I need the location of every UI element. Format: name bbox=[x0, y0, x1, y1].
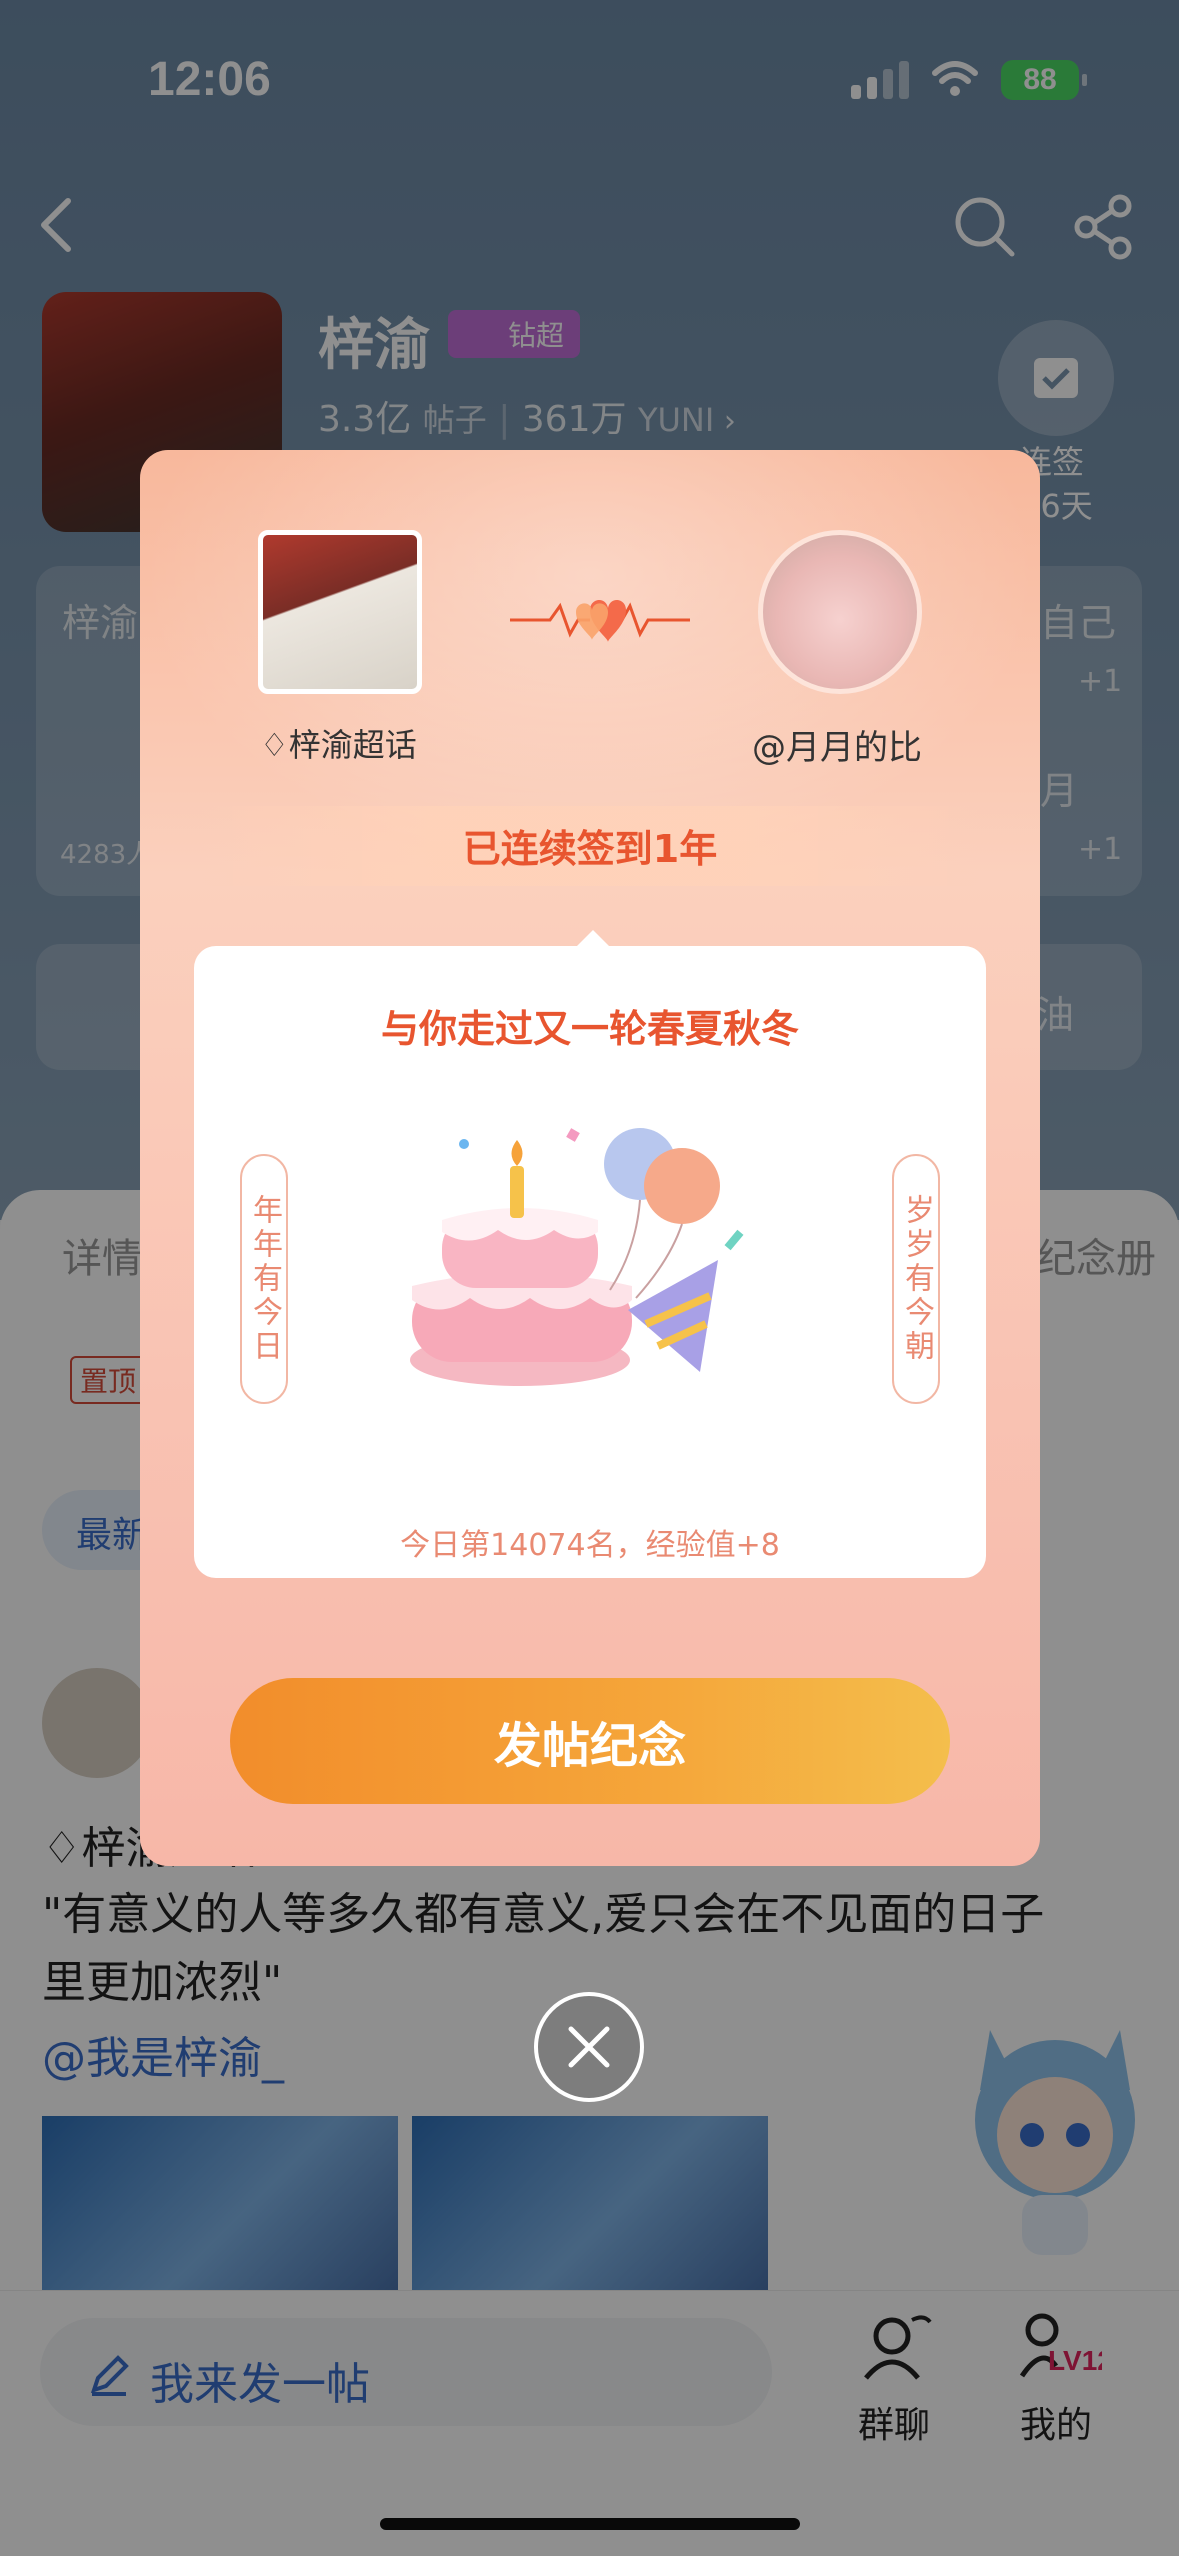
streak-text: 已连续签到1年 bbox=[462, 827, 718, 871]
topic-label: ♢梓渝超话 bbox=[260, 726, 417, 764]
close-modal-button[interactable] bbox=[534, 1992, 644, 2102]
user-avatar bbox=[758, 530, 922, 694]
close-icon bbox=[568, 2026, 610, 2068]
checkin-anniversary-modal: ♢梓渝超话 @月月的比 已连续签到1年 与你走过又一轮春夏秋冬 年年有今日 岁岁… bbox=[140, 450, 1040, 1866]
diamond-icon: ♢ bbox=[260, 726, 289, 764]
user-label: @月月的比 bbox=[752, 728, 922, 768]
birthday-cake-illustration bbox=[410, 1128, 744, 1386]
topic-thumbnail bbox=[258, 530, 422, 694]
right-couplet: 岁岁有今朝 bbox=[892, 1154, 940, 1404]
rank-text: 今日第14074名，经验值+8 bbox=[400, 1528, 780, 1563]
post-commemorate-button[interactable]: 发帖纪念 bbox=[230, 1678, 950, 1804]
heartbeat-hearts-icon bbox=[510, 599, 690, 642]
left-couplet: 年年有今日 bbox=[240, 1154, 288, 1404]
anniversary-title: 与你走过又一轮春夏秋冬 bbox=[380, 1007, 799, 1051]
